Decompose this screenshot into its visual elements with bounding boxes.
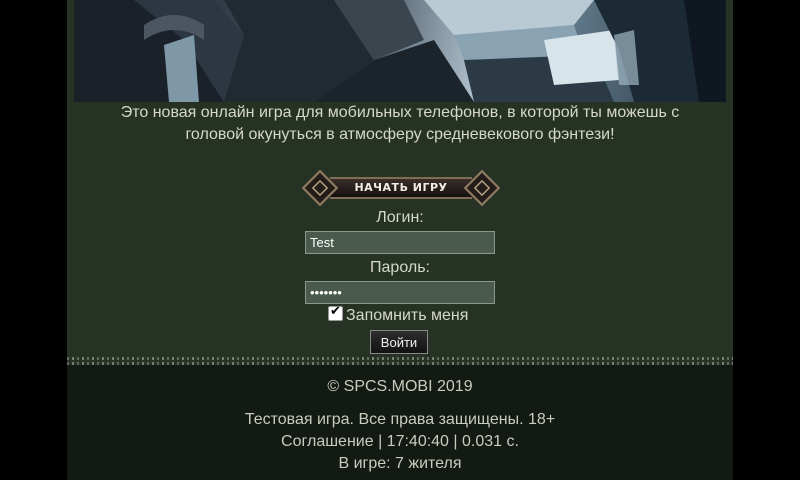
main-content: Это новая онлайн игра для мобильных теле…	[67, 0, 733, 365]
game-description: Это новая онлайн игра для мобильных теле…	[87, 102, 713, 146]
ornamental-divider	[67, 357, 733, 365]
separator: |	[448, 433, 462, 450]
description-line-1: Это новая онлайн игра для мобильных теле…	[120, 104, 680, 121]
online-count: В игре: 7 жителя	[338, 455, 462, 472]
page-column: Это новая онлайн игра для мобильных теле…	[67, 0, 733, 480]
start-game-button[interactable]: НАЧАТЬ ИГРУ	[300, 168, 502, 208]
fantasy-banner-image	[74, 0, 726, 102]
copyright-text: © SPCS.MOBI 2019	[327, 378, 473, 395]
login-input[interactable]	[305, 231, 495, 254]
login-label: Логин:	[376, 209, 424, 226]
footer-status-line: Соглашение | 17:40:40 | 0.031 с.	[67, 432, 733, 452]
checkmark-icon: ✔	[330, 304, 341, 319]
separator: |	[373, 433, 387, 450]
description-line-2: головой окунуться в атмосферу средневеко…	[185, 126, 615, 143]
rights-text: Тестовая игра. Все права защищены. 18+	[244, 411, 556, 428]
start-game-label: НАЧАТЬ ИГРУ	[354, 181, 448, 194]
remember-me-label: Запомнить меня	[346, 307, 469, 324]
page-load-time: 0.031 с.	[462, 433, 519, 450]
remember-me-checkbox[interactable]: ✔	[328, 304, 343, 321]
server-time: 17:40:40	[386, 433, 449, 450]
remember-me-row[interactable]: ✔ Запомнить меня	[328, 304, 469, 326]
password-label: Пароль:	[370, 259, 430, 276]
agreement-link[interactable]: Соглашение	[281, 433, 374, 450]
password-input[interactable]	[305, 281, 495, 304]
login-button[interactable]: Войти	[370, 330, 428, 354]
